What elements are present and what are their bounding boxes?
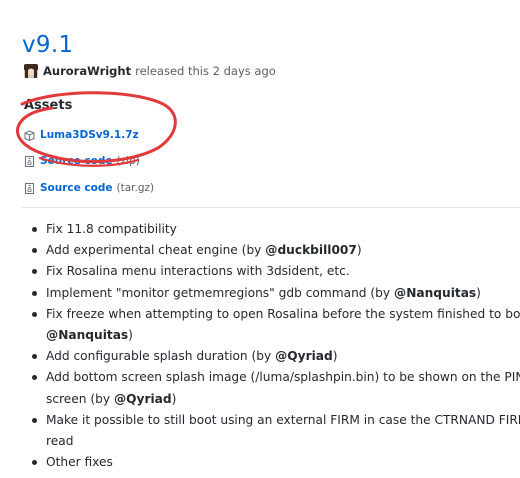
author-link[interactable]: AuroraWright: [43, 64, 131, 78]
user-mention[interactable]: @Qyriad: [114, 392, 172, 406]
asset-extension: (tar.gz): [116, 182, 155, 194]
release-date-text: released this 2 days ago: [135, 64, 276, 78]
list-item: Implement "monitor getmemregions" gdb co…: [30, 283, 520, 304]
asset-luma-archive[interactable]: Luma3DSv9.1.7z: [24, 129, 139, 141]
release-notes-list: Fix 11.8 compatibility Add experimental …: [30, 219, 520, 473]
release-title[interactable]: v9.1: [22, 32, 73, 58]
asset-label[interactable]: Source code: [40, 182, 113, 194]
asset-label[interactable]: Luma3DSv9.1.7z: [40, 129, 139, 141]
package-icon: [24, 129, 35, 141]
divider: [22, 207, 520, 208]
list-item: Add bottom screen splash image (/luma/sp…: [30, 367, 520, 409]
list-item: Add experimental cheat engine (by @duckb…: [30, 240, 520, 261]
list-item: Fix 11.8 compatibility: [30, 219, 520, 240]
release-meta: AuroraWright released this 2 days ago: [24, 64, 276, 78]
file-zip-icon: [24, 155, 35, 167]
user-mention[interactable]: @Nanquitas: [46, 328, 128, 342]
assets-heading: Assets: [24, 98, 73, 113]
list-item: Fix freeze when attempting to open Rosal…: [30, 304, 520, 346]
file-zip-icon: [24, 182, 35, 194]
avatar[interactable]: [24, 64, 38, 78]
asset-extension: (zip): [116, 155, 140, 167]
list-item: Other fixes: [30, 452, 520, 473]
list-item: Add configurable splash duration (by @Qy…: [30, 346, 520, 367]
user-mention[interactable]: @Nanquitas: [394, 286, 476, 300]
list-item: Make it possible to still boot using an …: [30, 410, 520, 452]
user-mention[interactable]: @duckbill007: [265, 243, 357, 257]
asset-source-zip[interactable]: Source code (zip): [24, 155, 140, 167]
asset-label[interactable]: Source code: [40, 155, 113, 167]
user-mention[interactable]: @Qyriad: [275, 349, 333, 363]
asset-source-targz[interactable]: Source code (tar.gz): [24, 182, 154, 194]
list-item: Fix Rosalina menu interactions with 3dsi…: [30, 261, 520, 282]
release-page: v9.1 AuroraWright released this 2 days a…: [0, 0, 520, 478]
